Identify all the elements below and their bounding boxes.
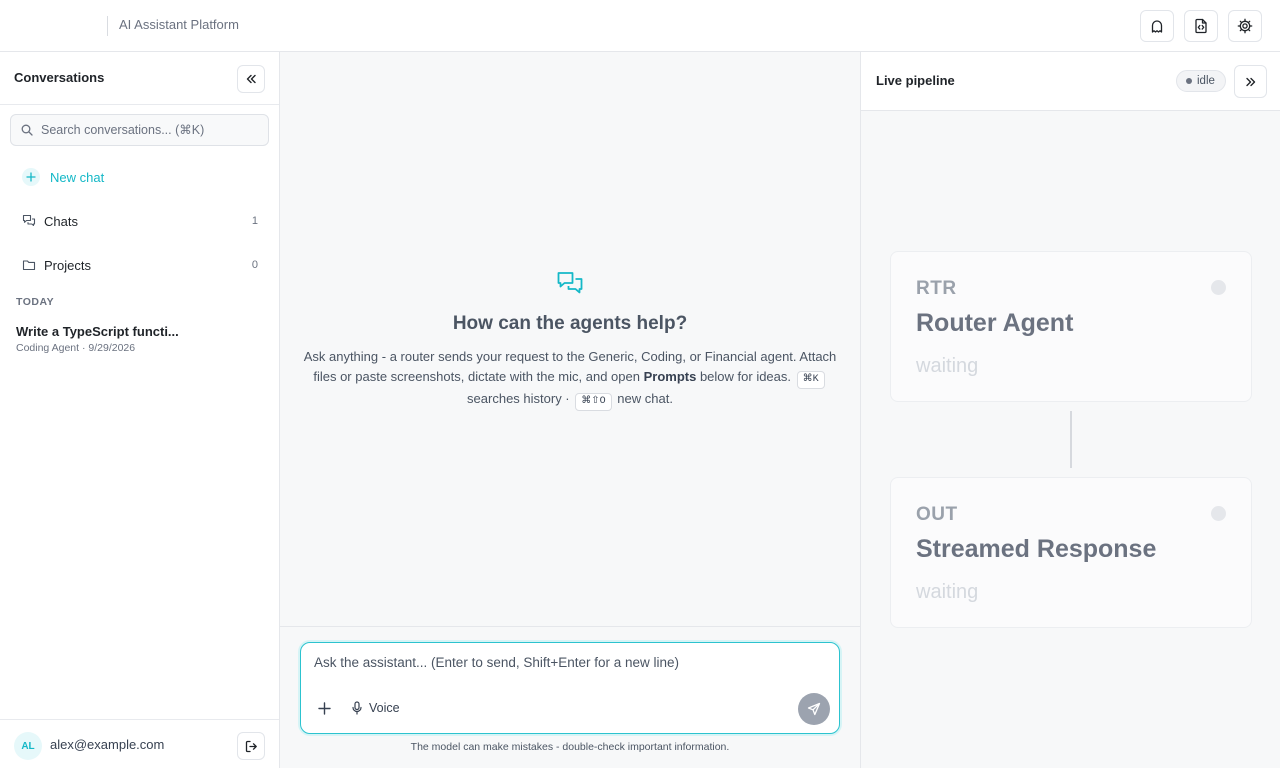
search-input[interactable] [41, 115, 261, 145]
disclaimer: The model can make mistakes - double-che… [410, 741, 730, 753]
conversation-meta: Coding Agent · 9/29/2026 [16, 342, 136, 354]
status-dot [1186, 78, 1192, 84]
collapse-panel-button[interactable] [1234, 65, 1267, 98]
pipeline-stage-router: RTR Router Agent waiting [890, 251, 1252, 402]
conversation-item[interactable]: Write a TypeScript functi... Coding Agen… [16, 324, 266, 354]
prompts-highlight: Prompts [643, 369, 697, 384]
chats-icon [22, 214, 36, 227]
empty-state: How can the agents help? Ask anything - … [280, 270, 860, 411]
send-icon [807, 702, 821, 716]
composer: Voice [300, 642, 840, 734]
export-button[interactable] [1184, 10, 1218, 42]
logout-button[interactable] [237, 732, 265, 760]
user-email: alex@example.com [50, 737, 165, 752]
empty-state-description: Ask anything - a router sends your reque… [296, 347, 844, 411]
stage-code: OUT [916, 504, 958, 525]
top-bar: AI Assistant Platform [0, 0, 1280, 52]
gear-icon [1237, 18, 1253, 34]
folder-icon [22, 260, 36, 271]
sidebar-title: Conversations [14, 70, 105, 85]
sidebar-item-projects[interactable]: Projects 0 [22, 254, 258, 276]
new-chat-shortcut-kbd: ⌘⇧O [575, 393, 612, 411]
collapse-sidebar-button[interactable] [237, 65, 265, 93]
stage-status-dot [1211, 280, 1226, 295]
chevrons-left-icon [246, 74, 256, 84]
composer-area: Voice The model can make mistakes - doub… [280, 626, 860, 768]
plus-icon [317, 701, 331, 715]
brand-divider [107, 16, 108, 36]
sidebar-footer: AL alex@example.com [0, 719, 279, 768]
status-badge: idle [1176, 70, 1226, 92]
section-label-today: TODAY [16, 296, 55, 308]
desc-text-2: below for ideas. [699, 369, 792, 384]
chat-main: How can the agents help? Ask anything - … [280, 52, 860, 768]
sidebar-header: Conversations [0, 52, 279, 105]
chevrons-right-icon [1245, 77, 1255, 86]
stage-name: Router Agent [916, 309, 1074, 337]
logout-icon [245, 740, 257, 752]
empty-state-title: How can the agents help? [452, 313, 688, 334]
sidebar: Conversations New chat Chats 1 Projects … [0, 52, 280, 768]
voice-button[interactable]: Voice [351, 699, 400, 717]
stage-status: waiting [916, 355, 979, 377]
stage-code: RTR [916, 278, 957, 299]
notifications-button[interactable] [1140, 10, 1174, 42]
pipeline-stage-output: OUT Streamed Response waiting [890, 477, 1252, 628]
search-box [10, 114, 269, 146]
stage-status-dot [1211, 506, 1226, 521]
stage-name: Streamed Response [916, 535, 1157, 563]
plus-icon [22, 168, 40, 186]
pipeline-title: Live pipeline [876, 73, 955, 88]
new-chat-label: New chat [50, 169, 105, 185]
chat-bubbles-icon [556, 270, 584, 303]
voice-label: Voice [369, 701, 400, 715]
sidebar-item-label: Projects [44, 257, 91, 273]
new-chat-button[interactable]: New chat [22, 166, 104, 188]
stage-connector [1070, 411, 1072, 468]
desc-text-3: searches history · [467, 391, 570, 406]
stage-status: waiting [916, 581, 979, 603]
message-input[interactable] [314, 655, 814, 679]
projects-count: 0 [251, 259, 258, 271]
search-icon [21, 124, 33, 136]
microphone-icon [352, 701, 362, 715]
pipeline-header: Live pipeline idle [861, 52, 1280, 111]
send-button[interactable] [798, 693, 830, 725]
settings-button[interactable] [1228, 10, 1262, 42]
app-title: AI Assistant Platform [119, 17, 239, 32]
attach-button[interactable] [315, 699, 333, 717]
sidebar-item-label: Chats [44, 213, 78, 229]
ghost-icon [1151, 20, 1163, 33]
avatar: AL [14, 732, 42, 760]
pipeline-panel: Live pipeline idle RTR Router Agent wait… [860, 52, 1280, 768]
search-shortcut-kbd: ⌘K [796, 371, 825, 389]
file-code-icon [1195, 18, 1207, 34]
sidebar-item-chats[interactable]: Chats 1 [22, 210, 258, 232]
status-text: idle [1197, 75, 1215, 87]
conversation-title: Write a TypeScript functi... [16, 324, 179, 339]
desc-text-4: new chat. [617, 391, 673, 406]
chats-count: 1 [251, 215, 258, 227]
